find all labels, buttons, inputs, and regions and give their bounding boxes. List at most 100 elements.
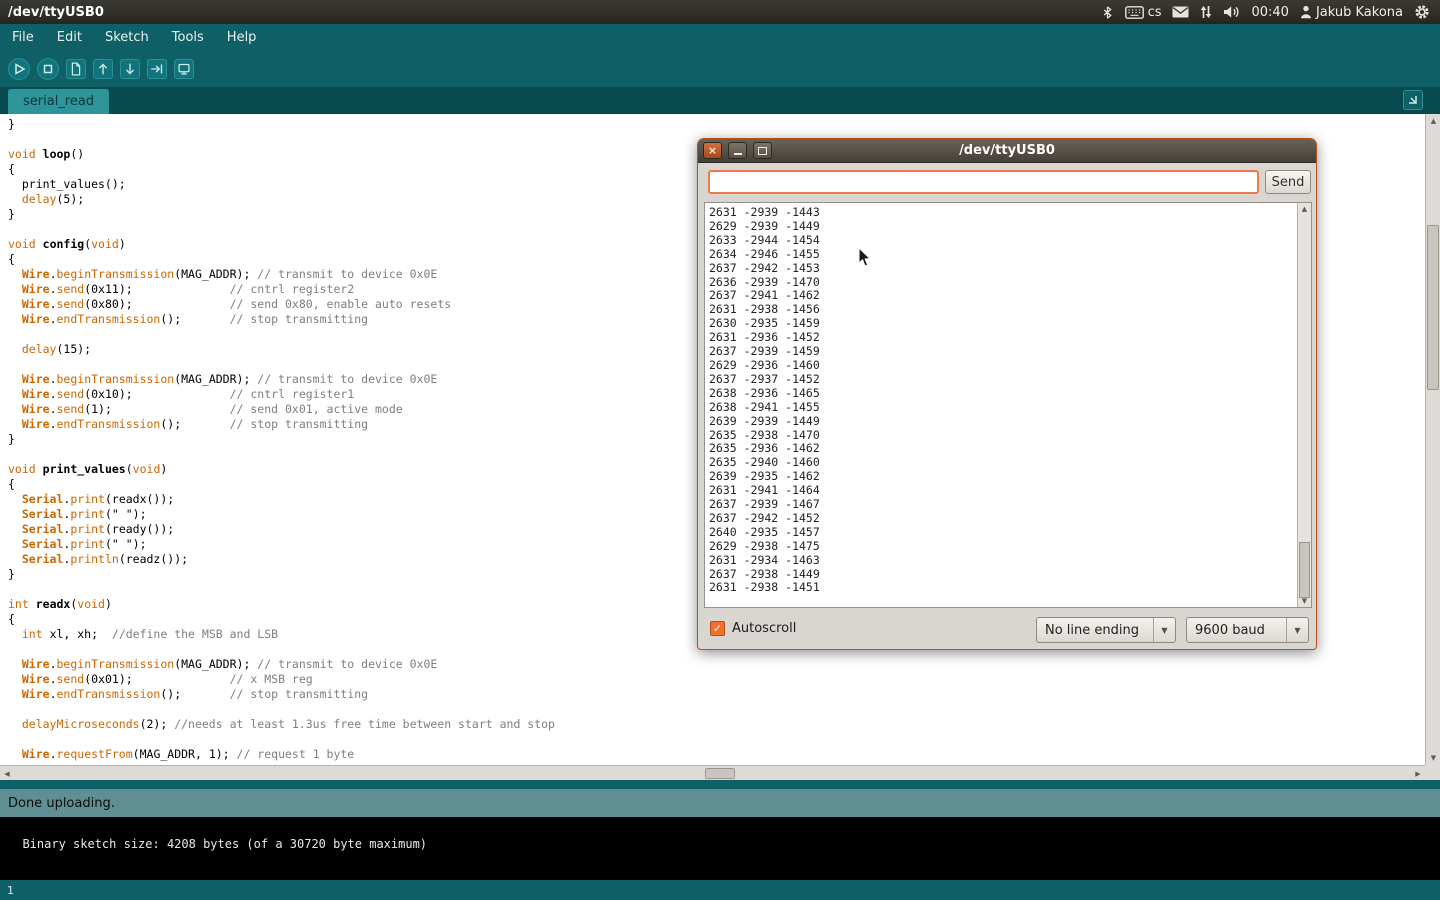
volume-icon[interactable] [1223,5,1240,19]
editor-vertical-scrollbar[interactable]: ▲ ▼ [1425,114,1440,765]
serial-line: 2637 -2942 -1452 [709,512,1295,526]
serial-scrollbar[interactable]: ▲ ▼ [1297,203,1311,607]
serial-line: 2633 -2944 -1454 [709,234,1295,248]
tab-serial-read[interactable]: serial_read [8,89,109,114]
menu-help[interactable]: Help [227,30,257,45]
serial-input-field[interactable] [708,170,1259,194]
chevron-down-icon: ▼ [1286,618,1308,642]
panel-indicators: cs 00:40 Jakub Kakona [1101,4,1440,20]
active-window-title: /dev/ttyUSB0 [0,5,104,20]
open-button[interactable] [93,59,113,79]
line-ending-dropdown[interactable]: No line ending ▼ [1036,617,1176,643]
serial-line: 2638 -2941 -1455 [709,401,1295,415]
window-controls: × [703,142,772,159]
mail-icon[interactable] [1172,6,1189,18]
upload-button[interactable] [147,59,167,79]
serial-line: 2637 -2939 -1459 [709,345,1295,359]
code-line: Wire.endTransmission(); // stop transmit… [8,687,1425,702]
scroll-right-arrow-icon[interactable]: ▶ [1411,766,1425,781]
scroll-left-arrow-icon[interactable]: ◀ [0,766,14,781]
tab-strip: serial_read [0,87,1440,114]
menu-sketch[interactable]: Sketch [105,30,149,45]
scroll-up-arrow-icon[interactable]: ▲ [1426,114,1440,128]
serial-line: 2638 -2936 -1465 [709,387,1295,401]
play-icon [9,59,29,79]
menu-bar: File Edit Sketch Tools Help [0,24,1440,51]
close-button[interactable]: × [703,142,722,159]
keyboard-icon [1125,6,1144,19]
serial-line: 2631 -2939 -1443 [709,206,1295,220]
serial-monitor-button[interactable] [174,59,194,79]
serial-output-area[interactable]: 2631 -2939 -14432629 -2939 -14492633 -29… [704,202,1312,608]
code-line: Wire.requestFrom(MAG_ADDR, 1); // reques… [8,747,1425,762]
autoscroll-checkbox[interactable]: ✓ [710,621,725,636]
session-gear-icon[interactable] [1414,4,1430,20]
code-line: } [8,117,1425,132]
maximize-icon [758,147,767,155]
status-divider [0,780,1440,789]
status-message: Done uploading. [8,796,115,811]
line-ending-value: No line ending [1037,623,1153,638]
new-file-icon [67,59,85,79]
status-bar: Done uploading. [0,789,1440,817]
serial-line: 2631 -2941 -1464 [709,484,1295,498]
down-arrow-icon [121,59,139,79]
code-line: Wire.send(0x01); // x MSB reg [8,672,1425,687]
serial-line: 2639 -2935 -1462 [709,470,1295,484]
tab-menu-arrow-icon [1407,94,1419,106]
minimize-button[interactable] [728,142,747,159]
serial-line: 2637 -2939 -1467 [709,498,1295,512]
send-button-label: Send [1272,175,1305,190]
serial-line: 2631 -2934 -1463 [709,554,1295,568]
verify-button[interactable] [8,58,30,80]
console-text: Binary sketch size: 4208 bytes (of a 307… [22,837,427,851]
serial-window-title: /dev/ttyUSB0 [959,143,1055,158]
scroll-down-arrow-icon[interactable]: ▼ [1426,751,1440,765]
serial-line: 2629 -2939 -1449 [709,220,1295,234]
tab-menu-button[interactable] [1403,90,1423,110]
serial-window-titlebar[interactable]: × /dev/ttyUSB0 [698,139,1316,163]
clock-indicator[interactable]: 00:40 [1251,5,1288,20]
serial-line: 2640 -2935 -1457 [709,526,1295,540]
serial-scroll-up-icon[interactable]: ▲ [1298,203,1311,215]
menu-tools[interactable]: Tools [172,30,204,45]
code-line [8,732,1425,747]
serial-line: 2635 -2940 -1460 [709,456,1295,470]
bluetooth-icon[interactable] [1101,5,1114,20]
serial-scroll-down-icon[interactable]: ▼ [1298,595,1311,607]
baud-rate-value: 9600 baud [1187,623,1286,638]
serial-line: 2629 -2936 -1460 [709,359,1295,373]
horizontal-scroll-thumb[interactable] [705,768,735,779]
stop-icon [38,59,58,79]
network-transfer-icon[interactable] [1200,5,1212,19]
code-line [8,702,1425,717]
code-line: delayMicroseconds(2); //needs at least 1… [8,717,1425,732]
vertical-scroll-thumb[interactable] [1427,225,1439,390]
upload-arrow-icon [148,59,166,79]
baud-rate-dropdown[interactable]: 9600 baud ▼ [1186,617,1309,643]
stop-button[interactable] [37,58,59,80]
send-button[interactable]: Send [1265,170,1311,194]
new-sketch-button[interactable] [66,59,86,79]
serial-line: 2630 -2935 -1459 [709,317,1295,331]
serial-monitor-controls: ✓ Autoscroll No line ending ▼ 9600 baud … [698,613,1316,647]
serial-line: 2631 -2938 -1456 [709,303,1295,317]
up-arrow-icon [94,59,112,79]
user-menu[interactable]: Jakub Kakona [1300,5,1403,20]
keyboard-layout-indicator[interactable]: cs [1125,5,1162,20]
serial-monitor-icon [175,59,193,79]
serial-line: 2636 -2939 -1470 [709,276,1295,290]
save-button[interactable] [120,59,140,79]
maximize-button[interactable] [753,142,772,159]
serial-line: 2635 -2936 -1462 [709,442,1295,456]
autoscroll-label: Autoscroll [732,621,796,636]
serial-scroll-thumb[interactable] [1299,542,1310,598]
line-number-strip: 1 [0,880,1440,900]
tab-label: serial_read [23,94,94,109]
menu-file[interactable]: File [12,30,34,45]
editor-horizontal-scrollbar[interactable]: ◀ ▶ [0,765,1425,780]
menu-edit[interactable]: Edit [57,30,82,45]
code-line: Wire.beginTransmission(MAG_ADDR); // tra… [8,657,1425,672]
serial-monitor-window: × /dev/ttyUSB0 Send 2631 -2939 -14432629… [697,138,1317,650]
console-output: Binary sketch size: 4208 bytes (of a 307… [0,817,1440,880]
